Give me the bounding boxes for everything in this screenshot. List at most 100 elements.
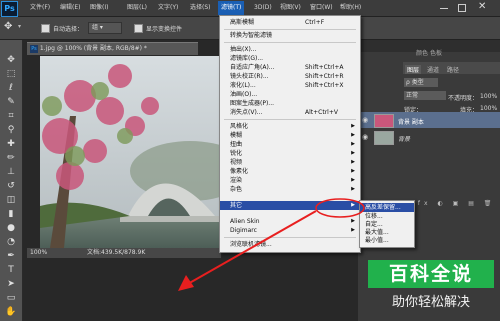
submenu-arrow-icon: ▶ [351,123,355,129]
move-tool-icon[interactable]: ✥ [4,21,12,32]
tab-layers[interactable]: 图层 [405,65,422,74]
layer-row-bg[interactable]: ◉ 背景 [358,129,500,145]
menu-item-noise[interactable]: 杂色 ▶ [220,185,360,194]
menu-item-liquify[interactable]: 液化(L)... Shift+Ctrl+X [220,81,360,90]
tab-paths[interactable]: 路径 [447,65,459,74]
menu-item-blur[interactable]: 模糊 ▶ [220,131,360,140]
layers-tab-strip: 图层 通道 路径 [403,62,500,74]
gradient-tool-icon[interactable]: ▮ [4,208,18,220]
submenu-item-high-pass[interactable]: 高反差保留... [360,203,414,212]
menu-item-video[interactable]: 视频 ▶ [220,158,360,167]
show-transform-checkbox[interactable] [134,24,143,33]
auto-select-checkbox[interactable] [41,24,50,33]
auto-select-dropdown[interactable]: 组 ▾ [88,22,122,34]
maximize-icon[interactable] [458,4,466,12]
menu-item-lens-correction[interactable]: 镜头校正(R)... Shift+Ctrl+R [220,72,360,81]
show-transform-label: 显示变换控件 [146,26,183,33]
menu-window[interactable]: 窗口(W) [310,3,333,13]
document-title: 1.jpg @ 100% (背景 副本, RGB/8#) * [39,45,147,52]
opacity-label: 不透明度： [448,95,479,102]
submenu-arrow-icon: ▶ [351,150,355,156]
menu-3d[interactable]: 3D(D) [254,3,272,13]
fill-value[interactable]: 100% [480,105,497,112]
layer-name[interactable]: 背景 副本 [398,117,424,126]
menu-help[interactable]: 帮助(H) [340,3,361,13]
layer-row-bg-copy[interactable]: ◉ 背景 副本 [358,112,500,128]
menu-item-adaptive-wide-angle[interactable]: 自适应广角(A)... Shift+Ctrl+A [220,63,360,72]
menu-item-sharpen[interactable]: 锐化 ▶ [220,149,360,158]
blend-mode-dropdown[interactable]: 正常 [404,91,446,100]
tab-color[interactable]: 颜色 [416,48,428,57]
menu-item-vanishing-point[interactable]: 消失点(V)... Alt+Ctrl+V [220,108,360,117]
hand-tool-icon[interactable]: ✋ [4,306,18,318]
quick-select-tool-icon[interactable]: ✎ [4,96,18,108]
document-size-info[interactable]: 文档:439.5K/878.9K [87,248,145,258]
eraser-tool-icon[interactable]: ◫ [4,194,18,206]
pen-tool-icon[interactable]: ✒ [4,250,18,262]
menu-item-filter-gallery[interactable]: 滤镜库(G)... [220,54,360,63]
submenu-item-minimum[interactable]: 最小值... [360,236,414,245]
menu-type[interactable]: 文字(Y) [158,3,178,13]
opacity-value[interactable]: 100% [480,93,497,100]
menu-item-pattern-maker[interactable]: 图案生成器(P)... [220,99,360,108]
menu-item-stylize[interactable]: 风格化 ▶ [220,122,360,131]
lasso-tool-icon[interactable]: ℓ [4,82,18,94]
menu-item-last-filter[interactable]: 高斯模糊 Ctrl+F [220,18,360,27]
crop-tool-icon[interactable]: ⌗ [4,110,18,122]
annotation-arrow [178,198,365,291]
clone-stamp-icon[interactable]: ⊥ [4,166,18,178]
layer-kind-filter[interactable]: ρ 类型 [404,78,438,87]
marquee-tool-icon[interactable]: ⬚ [4,68,18,80]
layer-actions-bar[interactable]: ⊕ fx ◐ ▣ ▤ 🗑 [403,200,500,208]
watermark-title: 百科全说 [388,263,473,285]
menu-item-distort[interactable]: 扭曲 ▶ [220,140,360,149]
menu-item-extract[interactable]: 抽出(X)... [220,45,360,54]
arrow-line [185,210,317,286]
zoom-level[interactable]: 100% [30,248,47,258]
dodge-tool-icon[interactable]: ◔ [4,236,18,248]
menu-image[interactable]: 图像(I) [90,3,108,13]
menu-filter[interactable]: 滤镜(T) [218,1,245,15]
menu-item-render[interactable]: 渲染 ▶ [220,176,360,185]
shape-tool-icon[interactable]: ▭ [4,292,18,304]
type-tool-icon[interactable]: T [4,264,18,276]
visibility-eye-icon[interactable]: ◉ [362,116,368,124]
eyedropper-tool-icon[interactable]: ⚲ [4,124,18,136]
menu-edit[interactable]: 编辑(E) [60,3,80,13]
menu-select[interactable]: 选择(S) [190,3,211,13]
arrow-head [178,275,194,291]
layer-name[interactable]: 背景 [398,134,410,143]
visibility-eye-icon[interactable]: ◉ [362,133,368,141]
history-brush-icon[interactable]: ↺ [4,180,18,192]
menu-item-pixelate[interactable]: 像素化 ▶ [220,167,360,176]
path-select-icon[interactable]: ➤ [4,278,18,290]
minimize-icon[interactable] [440,8,448,9]
menu-item-oil-paint[interactable]: 油画(O)... [220,90,360,99]
blur-tool-icon[interactable]: ● [4,222,18,234]
menu-item-convert-smart-filter[interactable]: 转换为智能滤镜 [220,31,360,40]
close-icon[interactable]: ✕ [478,1,486,12]
healing-brush-icon[interactable]: ✚ [4,138,18,150]
tab-channels[interactable]: 通道 [427,65,439,74]
menu-layer[interactable]: 图层(L) [127,3,147,13]
tab-swatches[interactable]: 色板 [430,48,442,57]
tool-preset-arrow-icon[interactable]: ▾ [18,23,21,30]
menu-file[interactable]: 文件(F) [30,3,50,13]
menu-view[interactable]: 视图(V) [280,3,301,13]
layer-thumbnail [374,114,394,128]
brush-tool-icon[interactable]: ✏ [4,152,18,164]
document-tab[interactable]: Ps 1.jpg @ 100% (背景 副本, RGB/8#) * [27,42,198,55]
tools-panel: ✥ ⬚ ℓ ✎ ⌗ ⚲ ✚ ✏ ⊥ ↺ ◫ ▮ ● ◔ ✒ T ➤ ▭ ✋ [0,40,23,321]
submenu-arrow-icon: ▶ [351,168,355,174]
submenu-arrow-icon: ▶ [351,177,355,183]
auto-select-label: 自动选择： [53,26,84,33]
other-submenu: 高反差保留... 位移... 自定... 最大值... 最小值... [359,200,415,248]
move-tool-icon[interactable]: ✥ [4,54,18,66]
submenu-arrow-icon: ▶ [351,132,355,138]
submenu-arrow-icon: ▶ [351,186,355,192]
highlight-circle [315,198,365,218]
dock-header [358,40,500,52]
photoshop-logo: Ps [1,1,18,17]
submenu-arrow-icon: ▶ [351,141,355,147]
layer-thumbnail [374,131,394,145]
